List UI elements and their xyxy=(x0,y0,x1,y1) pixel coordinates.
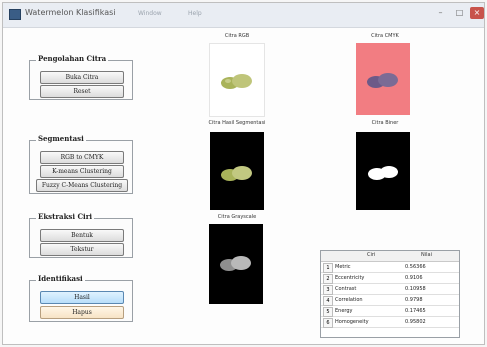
tekstur-button[interactable]: Tekstur xyxy=(40,243,124,256)
main-content: Pengolahan Citra Buka Citra Reset Segmen… xyxy=(3,28,484,344)
table-row: 4 Correlation 0.9798 xyxy=(321,295,459,306)
panel-title: Identifikasi xyxy=(36,274,85,283)
row-number: 6 xyxy=(323,318,333,328)
header-nilai: Nilai xyxy=(421,252,432,258)
menu-item-help[interactable]: Help xyxy=(188,10,202,17)
row-feature-name: Homogeneity xyxy=(335,319,369,325)
minimize-icon[interactable]: – xyxy=(433,7,448,19)
row-number: 3 xyxy=(323,285,333,295)
eggs-segmented-image xyxy=(221,166,252,181)
header-ciri: Ciri xyxy=(367,252,376,258)
citra-cmyk-image xyxy=(356,43,410,115)
panel-pengolahan-citra: Pengolahan Citra Buka Citra Reset xyxy=(29,54,133,100)
title-bar: Watermelon Klasifikasi Window Help – □ × xyxy=(3,3,484,28)
row-number: 2 xyxy=(323,274,333,284)
label-citra-grayscale: Citra Grayscale xyxy=(217,214,257,220)
eggs-gray-image xyxy=(220,256,251,271)
table-row: 3 Contrast 0.10958 xyxy=(321,284,459,295)
citra-rgb-image xyxy=(209,43,265,117)
row-feature-value: 0.9106 xyxy=(405,275,423,281)
row-feature-name: Energy xyxy=(335,308,353,314)
row-feature-value: 0.10958 xyxy=(405,286,426,292)
label-citra-biner: Citra Biner xyxy=(371,120,399,126)
row-number: 4 xyxy=(323,296,333,306)
row-feature-value: 0.95802 xyxy=(405,319,426,325)
table-row: 5 Energy 0.17465 xyxy=(321,306,459,317)
panel-title: Segmentasi xyxy=(36,134,86,143)
hasil-button[interactable]: Hasil xyxy=(40,291,124,304)
panel-title: Pengolahan Citra xyxy=(36,54,109,63)
reset-button[interactable]: Reset xyxy=(40,85,124,98)
citra-segmentasi-image xyxy=(210,132,264,210)
label-citra-segmentasi: Citra Hasil Segmentasi xyxy=(208,120,266,126)
app-window: Watermelon Klasifikasi Window Help – □ ×… xyxy=(2,2,485,345)
close-icon[interactable]: × xyxy=(470,7,484,19)
table-header: Ciri Nilai xyxy=(321,251,459,262)
k-means-button[interactable]: K-means Clustering xyxy=(40,165,124,178)
maximize-icon[interactable]: □ xyxy=(452,7,467,19)
eggs-image xyxy=(221,74,252,89)
row-feature-name: Metric xyxy=(335,264,351,270)
row-feature-value: 0.56366 xyxy=(405,264,426,270)
rgb-to-cmyk-button[interactable]: RGB to CMYK xyxy=(40,151,124,164)
table-row: 1 Metric 0.56366 xyxy=(321,262,459,273)
panel-ekstraksi-ciri: Ekstraksi Ciri Bentuk Tekstur xyxy=(29,212,133,258)
row-feature-value: 0.17465 xyxy=(405,308,426,314)
label-citra-cmyk: Citra CMYK xyxy=(371,33,399,39)
menu-item-window[interactable]: Window xyxy=(138,10,162,17)
panel-identifikasi: Identifikasi Hasil Hapus xyxy=(29,274,133,322)
panel-segmentasi: Segmentasi RGB to CMYK K-means Clusterin… xyxy=(29,134,133,194)
row-feature-value: 0.9798 xyxy=(405,297,423,303)
citra-biner-image xyxy=(356,132,410,210)
row-number: 1 xyxy=(323,263,333,273)
row-feature-name: Correlation xyxy=(335,297,363,303)
panel-title: Ekstraksi Ciri xyxy=(36,212,95,221)
row-number: 5 xyxy=(323,307,333,317)
eggs-binary-image xyxy=(368,166,398,180)
row-feature-name: Eccentricity xyxy=(335,275,365,281)
table-row: 2 Eccentricity 0.9106 xyxy=(321,273,459,284)
fuzzy-c-means-button[interactable]: Fuzzy C-Means Clustering xyxy=(36,179,128,192)
bentuk-button[interactable]: Bentuk xyxy=(40,229,124,242)
app-icon xyxy=(9,9,21,20)
table-row: 6 Homogeneity 0.95802 xyxy=(321,317,459,328)
label-citra-rgb: Citra RGB xyxy=(224,33,250,39)
row-feature-name: Contrast xyxy=(335,286,357,292)
features-table: Ciri Nilai 1 Metric 0.56366 2 Eccentrici… xyxy=(320,250,460,338)
eggs-cmyk-image xyxy=(367,73,398,88)
window-title: Watermelon Klasifikasi xyxy=(25,8,116,17)
hapus-button[interactable]: Hapus xyxy=(40,306,124,319)
buka-citra-button[interactable]: Buka Citra xyxy=(40,71,124,84)
citra-grayscale-image xyxy=(209,224,263,304)
